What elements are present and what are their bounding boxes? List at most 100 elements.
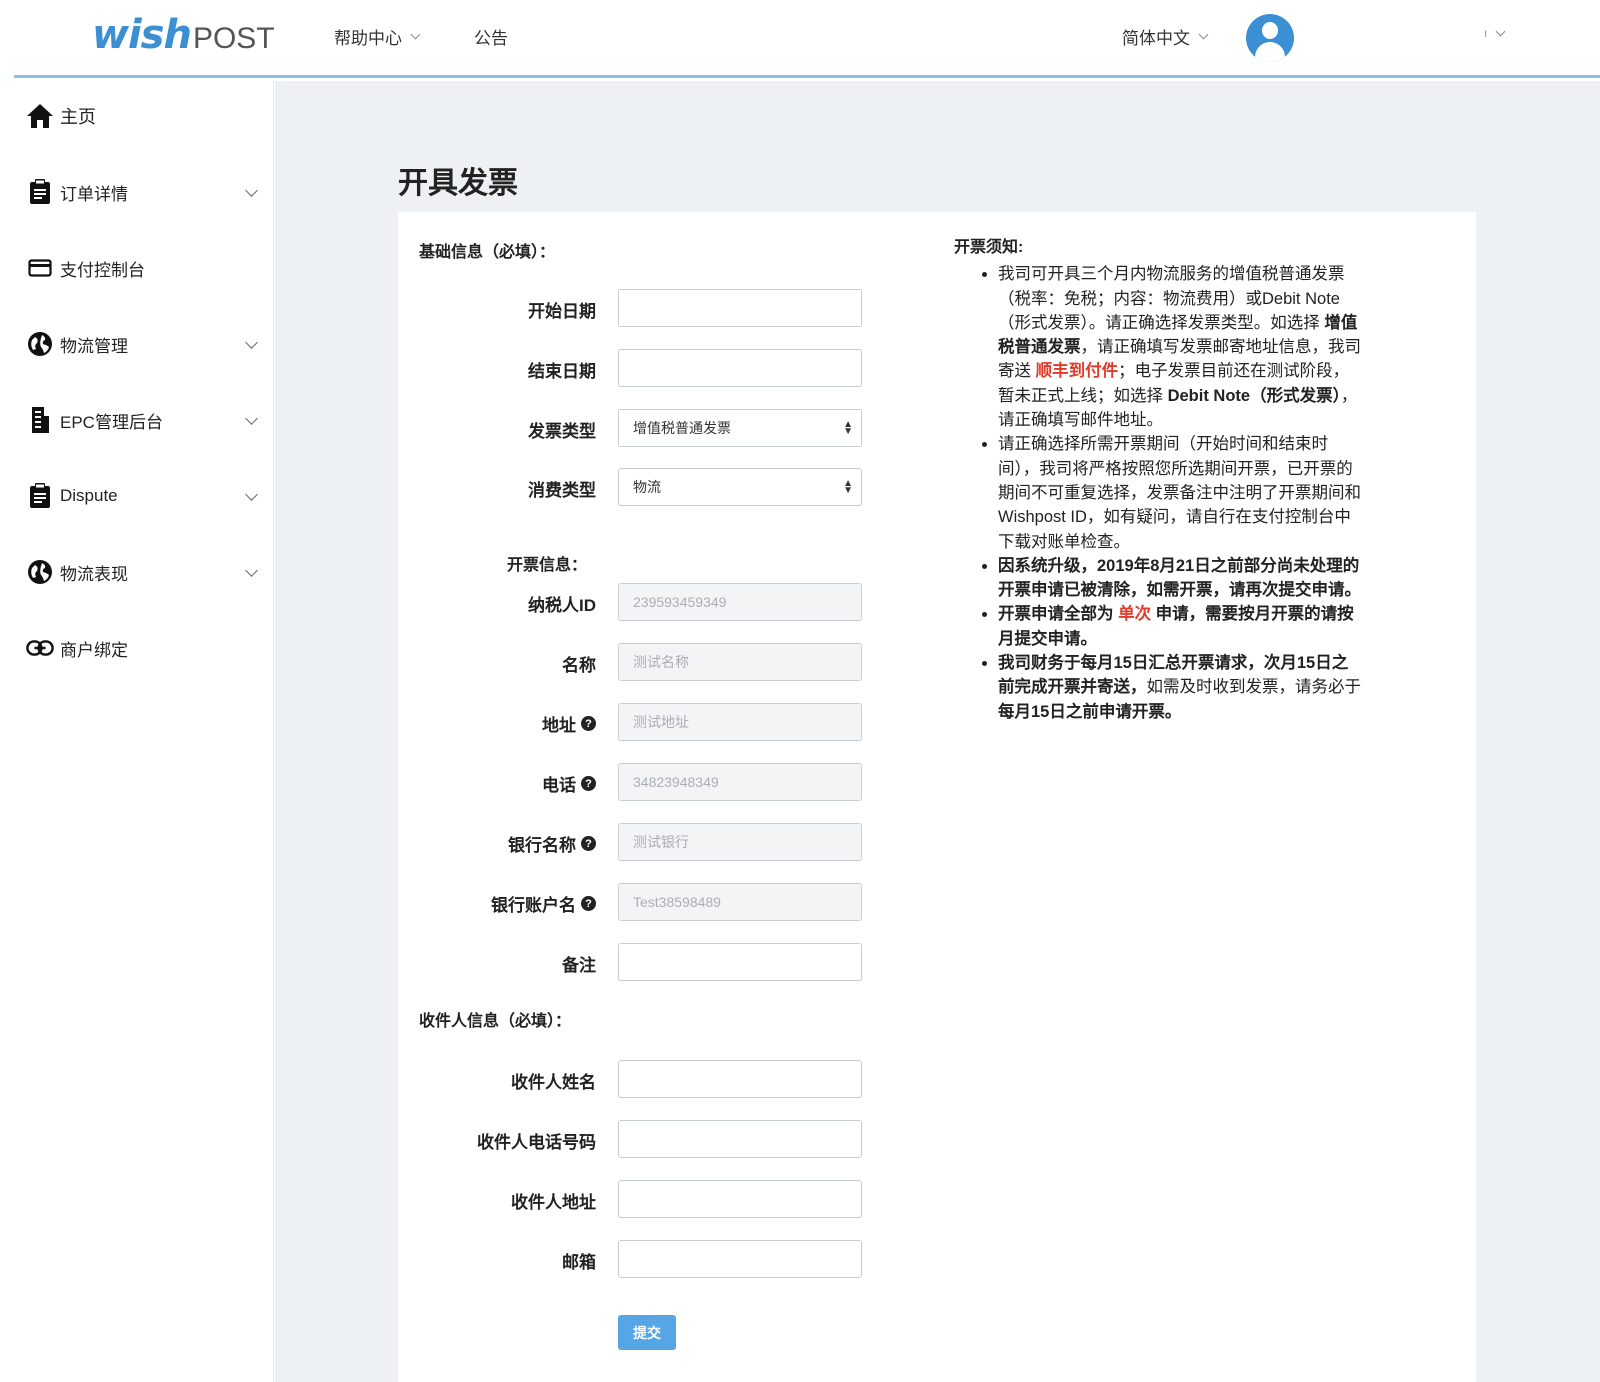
- top-header: wish POST 帮助中心 公告 简体中文 ı: [14, 0, 1600, 78]
- sidebar: 主页 订单详情 支付控制台 物流管理 EPC管理后台 Dispute 物流表现 …: [0, 81, 274, 1382]
- select-arrows-icon: ▲ ▼: [843, 419, 853, 437]
- taxpayer-id-label-text: 纳税人ID: [528, 596, 596, 615]
- recipient-address-field[interactable]: [618, 1180, 862, 1218]
- recipient-name-field[interactable]: [618, 1060, 862, 1098]
- invoice-type-select[interactable]: 增值税普通发票 ▲ ▼: [618, 409, 862, 447]
- invoice-type-value: 增值税普通发票: [633, 420, 731, 436]
- sidebar-item-label: EPC管理后台: [60, 412, 163, 432]
- sidebar-item-payment[interactable]: 支付控制台: [26, 253, 256, 283]
- chevron-down-icon: [245, 183, 258, 197]
- sidebar-item-label: 支付控制台: [60, 260, 145, 280]
- start-date-label: 开始日期: [396, 297, 596, 322]
- remark-label-text: 备注: [562, 956, 596, 975]
- notice-text-highlight: 顺丰到付件: [1035, 362, 1119, 381]
- name-label-text: 名称: [562, 656, 596, 675]
- phone-field: 34823948349: [618, 763, 862, 801]
- sidebar-item-home[interactable]: 主页: [26, 101, 256, 131]
- recipient-phone-label-text: 收件人电话号码: [477, 1133, 596, 1152]
- bank-account-field: Test38598489: [618, 883, 862, 921]
- help-icon[interactable]: ?: [581, 896, 596, 911]
- bank-name-label: 银行名称?: [396, 831, 596, 856]
- language-label: 简体中文: [1122, 29, 1190, 48]
- sidebar-item-logistics[interactable]: 物流管理: [26, 329, 258, 359]
- phone-label-text: 电话: [542, 776, 576, 795]
- select-arrows-icon: ▲ ▼: [843, 478, 853, 496]
- notice-title: 开票须知:: [954, 239, 1024, 256]
- email-label: 邮箱: [396, 1248, 596, 1273]
- sidebar-item-label: 物流管理: [60, 336, 128, 356]
- sidebar-item-logistics-performance[interactable]: 物流表现: [26, 557, 258, 587]
- sidebar-item-label: 商户绑定: [60, 640, 128, 660]
- recipient-phone-field[interactable]: [618, 1120, 862, 1158]
- basic-info-section-label: 基础信息（必填）：: [419, 244, 556, 261]
- wishpost-logo[interactable]: wish POST: [92, 12, 275, 58]
- help-icon[interactable]: ?: [581, 776, 596, 791]
- end-date-label: 结束日期: [396, 357, 596, 382]
- consume-type-select[interactable]: 物流 ▲ ▼: [618, 468, 862, 506]
- invoice-type-label: 发票类型: [396, 417, 596, 442]
- recipient-address-label: 收件人地址: [396, 1188, 596, 1213]
- recipient-phone-label: 收件人电话号码: [396, 1128, 596, 1153]
- address-field: 测试地址: [618, 703, 862, 741]
- clipboard-icon: [26, 178, 54, 206]
- user-menu-text: ı: [1484, 26, 1488, 40]
- link-icon: [26, 634, 54, 662]
- globe-icon: [26, 558, 54, 586]
- bank-account-label: 银行账户名?: [396, 891, 596, 916]
- notice-item: 因系统升级，2019年8月21日之前部分尚未处理的开票申请已被清除，如需开票，请…: [998, 554, 1364, 603]
- sidebar-item-label: 主页: [60, 107, 96, 127]
- help-icon[interactable]: ?: [581, 836, 596, 851]
- email-field[interactable]: [618, 1240, 862, 1278]
- language-selector[interactable]: 简体中文: [1122, 24, 1209, 49]
- announcement-link[interactable]: 公告: [474, 24, 508, 49]
- name-label: 名称: [396, 651, 596, 676]
- notice-text: 如需及时收到发票，请务必于: [1146, 678, 1362, 697]
- consume-type-label-text: 消费类型: [528, 481, 596, 500]
- clipboard-icon: [26, 482, 54, 510]
- recipient-name-label: 收件人姓名: [396, 1068, 596, 1093]
- notice-list: 我司可开具三个月内物流服务的增值税普通发票（税率：免税；内容：物流费用）或Deb…: [954, 262, 1364, 724]
- bank-account-label-text: 银行账户名: [491, 896, 576, 915]
- logo-wish-text: wish: [92, 12, 192, 58]
- email-label-text: 邮箱: [562, 1253, 596, 1272]
- help-center-menu[interactable]: 帮助中心: [334, 24, 421, 49]
- remark-field[interactable]: [618, 943, 862, 981]
- bank-name-field: 测试银行: [618, 823, 862, 861]
- help-icon[interactable]: ?: [581, 716, 596, 731]
- help-center-label: 帮助中心: [334, 29, 402, 48]
- notice-text: 我司可开具三个月内物流服务的增值税普通发票（税率：免税；内容：物流费用）或Deb…: [998, 265, 1345, 332]
- chevron-down-icon: [1198, 29, 1209, 40]
- globe-icon: [26, 330, 54, 358]
- submit-button[interactable]: 提交: [618, 1315, 676, 1350]
- user-avatar-icon[interactable]: [1246, 14, 1294, 62]
- notice-text-bold: Debit Note（形式发票）: [1167, 386, 1341, 405]
- phone-label: 电话?: [396, 771, 596, 796]
- sidebar-item-orders[interactable]: 订单详情: [26, 177, 258, 207]
- sidebar-item-epc[interactable]: EPC管理后台: [26, 405, 258, 435]
- user-menu[interactable]: ı: [1484, 26, 1506, 40]
- address-label: 地址?: [396, 711, 596, 736]
- chevron-down-icon: [245, 487, 258, 501]
- sidebar-item-label: Dispute: [60, 486, 118, 505]
- start-date-field[interactable]: [618, 289, 862, 327]
- recipient-info-section-label: 收件人信息（必填）：: [419, 1013, 572, 1030]
- end-date-field[interactable]: [618, 349, 862, 387]
- invoice-type-label-text: 发票类型: [528, 422, 596, 441]
- notice-text: 因系统升级，2019年8月21日之前部分尚未处理的开票申请已被清除，如需开票，请…: [998, 556, 1361, 600]
- sidebar-item-merchant-binding[interactable]: 商户绑定: [26, 633, 256, 663]
- logo-post-text: POST: [192, 22, 275, 55]
- chevron-down-icon: [1495, 26, 1506, 36]
- home-icon: [26, 102, 54, 130]
- name-field: 测试名称: [618, 643, 862, 681]
- remark-label: 备注: [396, 951, 596, 976]
- notice-text-bold: 每月15日之前申请开票。: [998, 702, 1182, 721]
- credit-card-icon: [26, 254, 54, 282]
- invoice-notice: 开票须知: 我司可开具三个月内物流服务的增值税普通发票（税率：免税；内容：物流费…: [954, 236, 1364, 724]
- chevron-down-icon: [245, 563, 258, 577]
- chevron-down-icon: [245, 411, 258, 425]
- recipient-address-label-text: 收件人地址: [511, 1193, 596, 1212]
- sidebar-item-dispute[interactable]: Dispute: [26, 481, 258, 511]
- chevron-down-icon: [410, 29, 421, 40]
- notice-item: 请正确选择所需开票期间（开始时间和结束时间），我司将严格按照您所选期间开票，已开…: [998, 432, 1364, 553]
- taxpayer-id-label: 纳税人ID: [396, 591, 596, 616]
